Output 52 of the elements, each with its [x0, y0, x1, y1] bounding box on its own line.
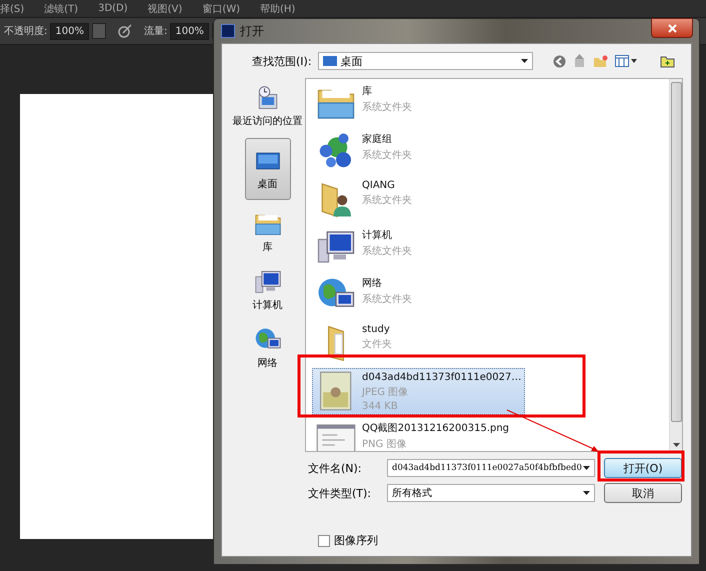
- image-thumbnail-icon: [320, 371, 352, 411]
- dropdown-arrow-icon: [583, 466, 590, 470]
- flow-field[interactable]: 100%: [170, 22, 209, 40]
- file-name-field[interactable]: d043ad4bd11373f0111e0027a50f4bfbfbed0: [387, 459, 595, 477]
- places-item[interactable]: 计算机: [230, 264, 304, 316]
- menu-item[interactable]: 视图(V): [148, 2, 182, 16]
- airbrush-icon[interactable]: [116, 23, 133, 39]
- computer-icon: [254, 268, 282, 296]
- places-item[interactable]: 库: [230, 206, 304, 258]
- opacity-field[interactable]: 100%: [50, 22, 89, 40]
- dialog-title: 打开: [240, 22, 264, 40]
- file-type-dropdown[interactable]: 所有格式: [387, 484, 595, 502]
- file-item[interactable]: 网络 系统文件夹: [312, 272, 516, 318]
- file-name-label: 文件名(N):: [308, 460, 363, 476]
- file-type-label: 文件类型(T):: [308, 486, 372, 500]
- menu-item[interactable]: 帮助(H): [260, 2, 296, 16]
- new-folder-icon[interactable]: [592, 54, 608, 68]
- desktop-icon: [322, 56, 337, 66]
- places-item[interactable]: 最近访问的位置: [230, 80, 304, 132]
- open-button[interactable]: 打开(O): [604, 458, 682, 478]
- file-item[interactable]: d043ad4bd11373f0111e0027… JPEG 图像 344 KB: [312, 368, 526, 415]
- menu-item[interactable]: 滤镜(T): [44, 2, 78, 16]
- look-in-dropdown[interactable]: 桌面: [318, 52, 533, 70]
- places-item[interactable]: 网络: [230, 322, 304, 374]
- menu-item[interactable]: 择(S): [0, 2, 24, 16]
- look-in-label: 查找范围(I):: [252, 54, 312, 68]
- places-item[interactable]: 桌面: [244, 138, 290, 200]
- cancel-button[interactable]: 取消: [604, 483, 682, 503]
- file-item[interactable]: QQ截图20131216200315.png PNG 图像: [312, 417, 516, 451]
- menu-item[interactable]: 3D(D): [98, 3, 128, 14]
- file-item[interactable]: 计算机 系统文件夹: [312, 224, 516, 270]
- app-icon: [221, 24, 235, 38]
- folder-icon: [328, 326, 344, 360]
- back-icon[interactable]: [552, 54, 566, 68]
- dropdown-arrow-icon: [583, 491, 590, 495]
- view-menu-icon[interactable]: [614, 55, 637, 67]
- file-item[interactable]: QIANG 系统文件夹: [312, 176, 516, 222]
- file-item[interactable]: 库 系统文件夹: [312, 80, 516, 126]
- opacity-dropdown[interactable]: [92, 23, 106, 39]
- image-sequence-checkbox[interactable]: [318, 534, 330, 546]
- file-item[interactable]: 家庭组 系统文件夹: [312, 128, 516, 174]
- close-icon: [668, 24, 676, 32]
- file-item[interactable]: study 文件夹: [312, 320, 516, 366]
- menu-item[interactable]: 窗口(W): [202, 2, 240, 16]
- scroll-down-arrow-icon[interactable]: [672, 443, 680, 447]
- opacity-label: 不透明度:: [4, 24, 48, 38]
- scrollbar[interactable]: [669, 79, 682, 451]
- image-sequence-label: 图像序列: [334, 533, 378, 548]
- dropdown-arrow-icon: [520, 59, 528, 63]
- folder-icon[interactable]: [660, 54, 675, 68]
- flow-label: 流量:: [144, 24, 168, 38]
- close-button[interactable]: [651, 18, 693, 38]
